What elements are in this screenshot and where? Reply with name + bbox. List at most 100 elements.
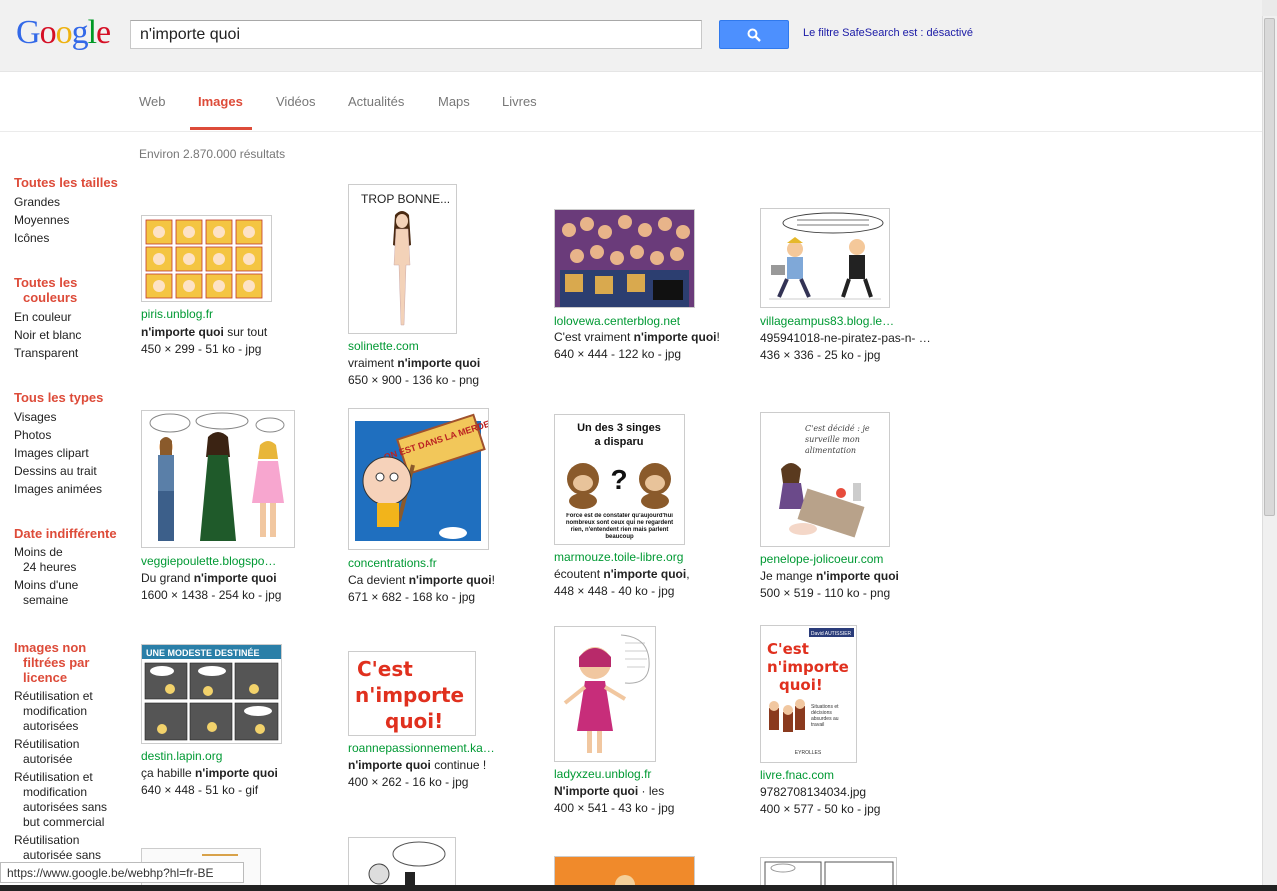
filter-type-clipart[interactable]: Images clipart — [14, 444, 129, 462]
title-pre: Ca devient — [348, 573, 409, 587]
result-domain[interactable]: roannepassionnement.ka… — [348, 741, 495, 755]
filter-size-any[interactable]: Toutes les tailles — [14, 175, 129, 190]
search-input[interactable] — [130, 20, 702, 49]
monkeys-caption: Force est de constater qu'aujourd'hui no… — [565, 513, 674, 540]
result-domain[interactable]: destin.lapin.org — [141, 749, 222, 763]
filter-date-week[interactable]: Moins d'une semaine — [14, 577, 129, 610]
cest-nimporte-quoi-text-image: C'est n'importe quoi! — [349, 652, 475, 735]
logo-letter: G — [16, 14, 41, 51]
result-thumbnail[interactable] — [554, 856, 695, 888]
tab-livres[interactable]: Livres — [502, 94, 537, 109]
filter-date-24h[interactable]: Moins de 24 heures — [14, 544, 129, 577]
google-logo[interactable]: Google — [16, 14, 111, 52]
result-title[interactable]: vraiment n'importe quoi — [348, 356, 480, 370]
result-domain[interactable]: ladyxzeu.unblog.fr — [554, 767, 651, 781]
filter-type-any[interactable]: Tous les types — [14, 390, 129, 405]
filter-size-medium[interactable]: Moyennes — [14, 211, 129, 229]
result-domain[interactable]: solinette.com — [348, 339, 419, 353]
tab-videos[interactable]: Vidéos — [276, 94, 316, 109]
filter-license-reuse-noncommercial[interactable]: Réutilisation autorisée sans — [14, 832, 129, 865]
result-thumbnail[interactable]: ON EST DANS LA MERDE ! — [348, 408, 489, 550]
girl-cartoon-image — [555, 627, 655, 761]
book-publisher: EYROLLES — [795, 750, 822, 756]
safesearch-link[interactable]: Le filtre SafeSearch est : désactivé — [803, 27, 973, 39]
title-match: n'importe quoi — [603, 567, 687, 581]
result-title[interactable]: écoutent n'importe quoi, — [554, 567, 690, 581]
result-title[interactable]: Ca devient n'importe quoi! — [348, 573, 495, 587]
filter-size-icon[interactable]: Icônes — [14, 229, 129, 247]
result-thumbnail[interactable] — [554, 209, 695, 308]
filter-date-week-line2: semaine — [23, 593, 69, 607]
filter-license-reuse-noncommercial-line1: Réutilisation — [14, 833, 80, 847]
filter-color-full[interactable]: En couleur — [14, 308, 129, 326]
tab-actualites[interactable]: Actualités — [348, 94, 404, 109]
result-thumbnail[interactable] — [760, 857, 897, 888]
result-title[interactable]: N'importe quoi · les — [554, 784, 664, 798]
filter-license-reuse-line1: Réutilisation — [14, 737, 80, 751]
cest-line2: n'importe — [355, 683, 464, 707]
result-title[interactable]: n'importe quoi continue ! — [348, 758, 486, 772]
result-title[interactable]: C'est vraiment n'importe quoi! — [554, 330, 720, 344]
filter-license-reuse-modify-noncommercial-line2: modification — [23, 785, 88, 799]
filter-color-bw[interactable]: Noir et blanc — [14, 326, 129, 344]
top-bar: Google Le filtre SafeSearch est : désact… — [0, 0, 1262, 72]
result-thumbnail[interactable]: UNE MODESTE DESTINÉE — [141, 644, 282, 744]
result-domain[interactable]: livre.fnac.com — [760, 768, 834, 782]
filter-license-reuse-modify-line1: Réutilisation et — [14, 689, 93, 703]
filter-license-reuse-modify-noncommercial-line4: but commercial — [23, 815, 105, 829]
filter-type-animated[interactable]: Images animées — [14, 480, 129, 498]
result-thumbnail[interactable] — [141, 215, 272, 302]
filter-type-lineart[interactable]: Dessins au trait — [14, 462, 129, 480]
result-thumbnail[interactable] — [760, 208, 890, 308]
filter-license-reuse-modify-noncommercial[interactable]: Réutilisation et modification autorisées… — [14, 769, 129, 832]
filter-size-large[interactable]: Grandes — [14, 193, 129, 211]
result-title[interactable]: Je mange n'importe quoi — [760, 569, 899, 583]
cest-line3: quoi! — [385, 709, 443, 733]
scrollbar-thumb[interactable] — [1264, 18, 1275, 516]
filter-license-reuse-modify-line2: modification — [23, 704, 88, 718]
filter-license-reuse-modify-noncommercial-line3: autorisées sans — [23, 800, 108, 814]
result-thumbnail[interactable] — [554, 626, 656, 762]
result-title[interactable]: n'importe quoi sur tout — [141, 325, 267, 339]
result-thumbnail[interactable]: David AUTISSIER C'est n'importe quoi! Si… — [760, 625, 857, 763]
filter-date-any[interactable]: Date indifférente — [14, 526, 129, 541]
filter-color-any[interactable]: Toutes les couleurs — [14, 275, 129, 305]
monkeys-question-mark: ? — [610, 464, 627, 495]
trop-bonne-text: TROP BONNE... — [361, 192, 450, 206]
tab-maps[interactable]: Maps — [438, 94, 470, 109]
title-match: n'importe quoi — [141, 325, 224, 339]
result-title[interactable]: 495941018-ne-piratez-pas-n- … — [760, 331, 931, 345]
result-domain[interactable]: veggiepoulette.blogspo… — [141, 554, 276, 568]
book-title-line1: C'est — [767, 640, 809, 658]
result-thumbnail[interactable]: TROP BONNE... — [348, 184, 457, 334]
tab-images[interactable]: Images — [198, 94, 243, 109]
scroll-up-arrow-icon[interactable] — [1262, 0, 1277, 16]
result-thumbnail[interactable] — [141, 410, 295, 548]
result-thumbnail[interactable]: C'est décidé : je surveille mon alimenta… — [760, 412, 890, 547]
filter-license-reuse[interactable]: Réutilisation autorisée — [14, 736, 129, 769]
result-title[interactable]: ça habille n'importe quoi — [141, 766, 278, 780]
result-thumbnail[interactable] — [348, 837, 456, 888]
result-domain[interactable]: concentrations.fr — [348, 556, 437, 570]
result-thumbnail[interactable]: C'est n'importe quoi! — [348, 651, 476, 736]
result-domain[interactable]: lolovewa.centerblog.net — [554, 314, 680, 328]
filter-license-any[interactable]: Images non filtrées par licence — [14, 640, 129, 685]
result-thumbnail[interactable]: Un des 3 singes a disparu ? Force est de… — [554, 414, 685, 545]
filter-license-reuse-line2: autorisée — [23, 752, 73, 766]
search-button[interactable] — [719, 20, 789, 49]
trop-bonne-drawing-image: TROP BONNE... — [349, 185, 456, 333]
book-cover-image: David AUTISSIER C'est n'importe quoi! Si… — [761, 626, 856, 762]
result-title[interactable]: Du grand n'importe quoi — [141, 571, 277, 585]
result-domain[interactable]: marmouze.toile-libre.org — [554, 550, 683, 564]
result-domain[interactable]: villageampus83.blog.le… — [760, 314, 894, 328]
search-tabs: Web Images Vidéos Actualités Maps Livres — [0, 72, 1262, 132]
result-domain[interactable]: piris.unblog.fr — [141, 307, 213, 321]
result-title[interactable]: 9782708134034.jpg — [760, 785, 866, 799]
filter-license-reuse-modify[interactable]: Réutilisation et modification autorisées — [14, 688, 129, 736]
result-domain[interactable]: penelope-jolicoeur.com — [760, 552, 883, 566]
os-taskbar — [0, 885, 1277, 891]
tab-web[interactable]: Web — [139, 94, 166, 109]
filter-type-photos[interactable]: Photos — [14, 426, 129, 444]
filter-color-transparent[interactable]: Transparent — [14, 344, 129, 362]
filter-type-faces[interactable]: Visages — [14, 408, 129, 426]
